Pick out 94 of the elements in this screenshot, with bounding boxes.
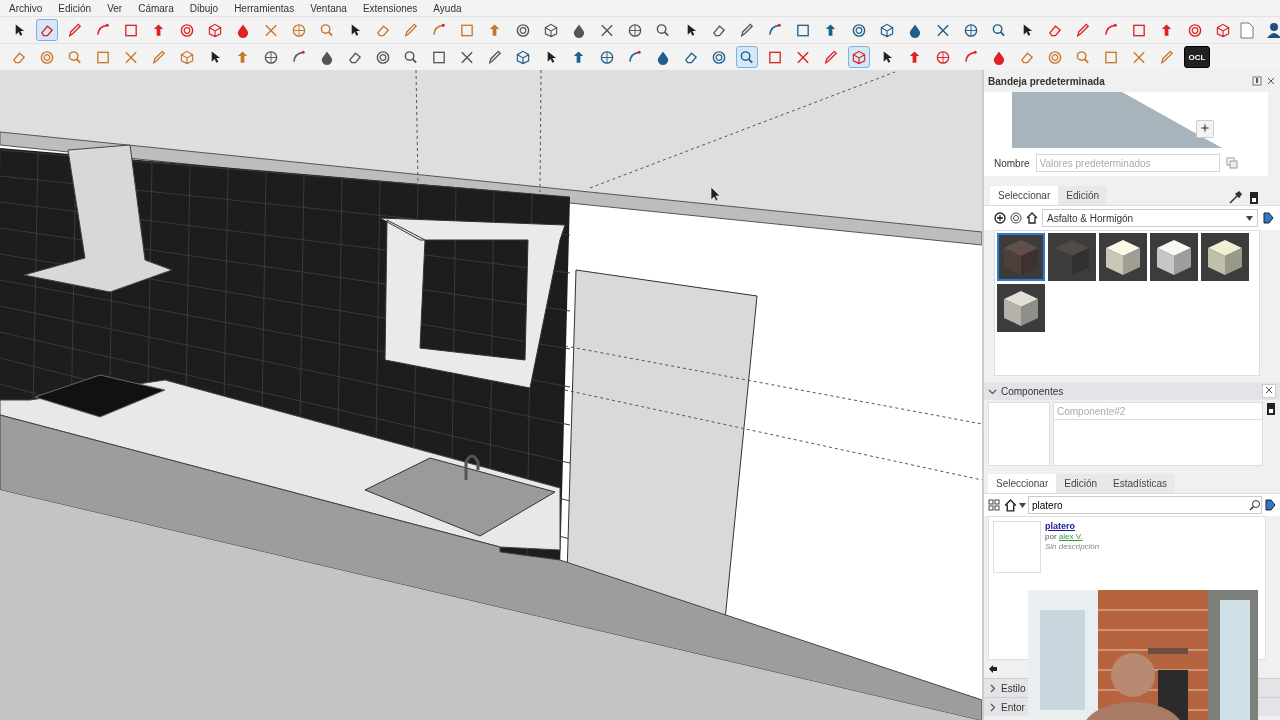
menu-item[interactable]: Ver [106, 2, 124, 14]
cube-icon [1001, 237, 1041, 277]
menu-item[interactable]: Edición [57, 2, 93, 14]
mouse-cursor-icon [710, 186, 721, 202]
pencil-icon [403, 21, 419, 39]
tab[interactable]: Edición [1056, 474, 1106, 493]
tray-title: Bandeja predeterminada [988, 75, 1106, 87]
pencil-icon [739, 21, 755, 39]
tab[interactable]: Seleccionar [990, 186, 1059, 205]
tab[interactable]: Seleccionar [988, 474, 1057, 493]
close-icon[interactable] [1266, 76, 1276, 86]
result-author: por alex V. [1045, 532, 1084, 541]
search-icon [319, 21, 335, 39]
tab[interactable]: Estadísticas [1105, 474, 1175, 493]
navigate-icon[interactable] [988, 664, 998, 674]
save-icon[interactable] [1266, 402, 1276, 416]
user-icon[interactable] [1266, 21, 1280, 39]
circle-icon [179, 21, 195, 39]
cube-icon [1154, 237, 1194, 277]
close-button[interactable] [1262, 384, 1276, 398]
material-swatch[interactable] [997, 233, 1045, 281]
caret-icon[interactable] [1246, 215, 1253, 221]
component-info-panel[interactable]: Componente#2 [1053, 402, 1263, 466]
menu-item[interactable]: Ayuda [432, 2, 463, 14]
sparkle-button[interactable] [1196, 120, 1214, 138]
search-icon [67, 48, 83, 66]
circle-icon [1187, 21, 1203, 39]
home-icon[interactable] [1026, 212, 1038, 224]
close-icon [1265, 386, 1273, 394]
pencil-icon [151, 48, 167, 66]
section-title[interactable]: Estilo [1001, 682, 1026, 694]
search-icon [739, 48, 755, 66]
cube-icon [1215, 21, 1231, 39]
details-arrow-icon[interactable] [1262, 212, 1274, 224]
pencil-icon [67, 21, 83, 39]
name-field[interactable]: Valores predeterminados [1035, 154, 1220, 172]
library-dropdown[interactable]: Asfalto & Hormigón [1042, 209, 1258, 227]
details-arrow-icon[interactable] [1264, 499, 1276, 511]
search-box[interactable]: platero [1028, 496, 1262, 514]
home-icon[interactable] [1004, 498, 1017, 512]
search-icon [403, 48, 419, 66]
pencil-icon [1075, 21, 1091, 39]
search-icon [991, 21, 1007, 39]
cube-icon [207, 21, 223, 39]
caret-icon[interactable] [1019, 502, 1026, 508]
cube-icon [543, 21, 559, 39]
eyedropper-icon[interactable] [1228, 191, 1242, 205]
ocl-button[interactable]: OCL [1184, 46, 1210, 68]
material-swatch[interactable] [1048, 233, 1096, 281]
tab[interactable]: Edición [1058, 186, 1108, 205]
cube-icon [1103, 237, 1143, 277]
save-icon[interactable] [1248, 191, 1260, 205]
menu-item[interactable]: Extensiones [361, 2, 419, 14]
material-swatch[interactable] [1150, 233, 1198, 281]
menu-item[interactable]: Cámara [137, 2, 175, 14]
pencil-icon [1159, 48, 1175, 66]
section-title[interactable]: Entor [1001, 701, 1025, 713]
cube-icon [1001, 288, 1041, 328]
result-description: Sin descripción [1045, 542, 1100, 551]
material-swatch[interactable] [1099, 233, 1147, 281]
add-icon[interactable] [994, 212, 1006, 224]
cube-icon [515, 48, 531, 66]
target-icon[interactable] [1010, 212, 1022, 224]
view-options-icon[interactable] [988, 499, 1002, 511]
name-label: Nombre [994, 157, 1030, 169]
menu-item[interactable]: Archivo [8, 2, 44, 14]
chevron-right-icon[interactable] [988, 683, 997, 693]
material-swatch[interactable] [997, 284, 1045, 332]
cube-icon [879, 21, 895, 39]
menu-item[interactable]: Herramientas [233, 2, 296, 14]
menu-item[interactable]: Ventana [309, 2, 348, 14]
cube-icon [851, 48, 867, 66]
pencil-icon [823, 48, 839, 66]
circle-icon [711, 48, 727, 66]
circle-icon [515, 21, 531, 39]
chevron-right-icon[interactable] [988, 702, 997, 712]
document-icon[interactable] [1240, 21, 1254, 39]
author-link[interactable]: alex V. [1058, 532, 1083, 541]
circle-icon [1047, 48, 1063, 66]
faucet [464, 454, 480, 480]
material-swatch[interactable] [1201, 233, 1249, 281]
search-icon[interactable] [1249, 499, 1261, 511]
circle-icon [39, 48, 55, 66]
circle-icon [851, 21, 867, 39]
circle-icon [375, 48, 391, 66]
result-title-link[interactable]: platero [1045, 521, 1100, 531]
cube-icon [1205, 237, 1245, 277]
pencil-icon [487, 48, 503, 66]
component-thumbnail [988, 402, 1050, 466]
search-icon [655, 21, 671, 39]
cube-icon [179, 48, 195, 66]
menu-item[interactable]: Dibujo [188, 2, 220, 14]
search-icon [1075, 48, 1091, 66]
result-thumbnail[interactable] [993, 521, 1041, 573]
